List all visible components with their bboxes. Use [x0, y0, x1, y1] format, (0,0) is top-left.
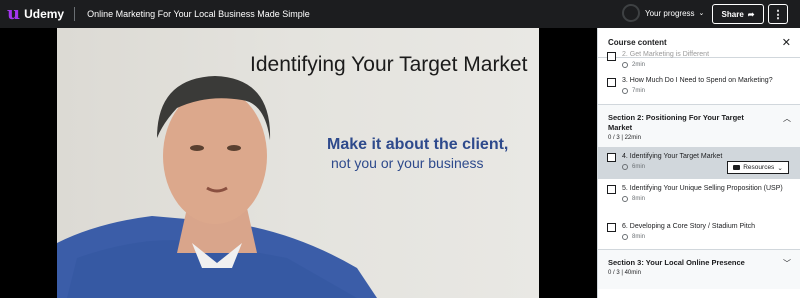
clock-icon: [622, 196, 628, 202]
more-icon: ⋮: [772, 8, 784, 21]
lecture-title: 2. Get Marketing is Different: [622, 51, 710, 58]
header-divider: [74, 7, 76, 21]
lecture-checkbox[interactable]: [607, 78, 616, 87]
slide-line-2: not you or your business: [331, 155, 484, 171]
section-title: Section 3: Your Local Online Presence: [608, 258, 745, 267]
lecture-item-4[interactable]: 4. Identifying Your Target Market 6min R…: [598, 147, 800, 179]
duration-text: 8min: [632, 196, 646, 202]
video-frame[interactable]: Identifying Your Target Market Make it a…: [57, 28, 539, 298]
progress-ring-icon: [622, 4, 640, 22]
lecture-item-3[interactable]: 3. How Much Do I Need to Spend on Market…: [598, 68, 800, 104]
duration-text: 8min: [632, 234, 646, 240]
logo-text: Udemy: [24, 7, 65, 21]
resources-button[interactable]: Resources ⌄: [727, 161, 789, 174]
progress-label: Your progress: [645, 8, 695, 18]
close-icon[interactable]: ✕: [782, 36, 791, 49]
lecture-checkbox[interactable]: [607, 52, 616, 61]
udemy-logo[interactable]: u Udemy: [7, 0, 64, 28]
lecture-title: 5. Identifying Your Unique Selling Propo…: [622, 185, 783, 192]
folder-icon: [733, 165, 741, 170]
clock-icon: [622, 88, 628, 94]
duration-text: 7min: [632, 88, 646, 94]
share-label: Share: [721, 9, 744, 19]
lecture-title: 4. Identifying Your Target Market: [622, 153, 723, 160]
slide-title: Identifying Your Target Market: [250, 53, 528, 76]
top-bar: u Udemy Online Marketing For Your Local …: [0, 0, 800, 28]
section-3-header[interactable]: Section 3: Your Local Online Presence 0 …: [598, 249, 800, 289]
share-arrow-icon: ➦: [747, 9, 755, 19]
duration-text: 6min: [632, 164, 646, 170]
resources-label: Resources: [743, 164, 775, 171]
lecture-title: 6. Developing a Core Story / Stadium Pit…: [622, 223, 756, 230]
chevron-down-icon: ⌄: [698, 10, 705, 17]
chevron-up-icon: ︿: [783, 114, 791, 123]
course-title[interactable]: Online Marketing For Your Local Business…: [87, 9, 310, 19]
chevron-down-icon: ⌄: [777, 164, 783, 172]
section-meta: 0 / 3 | 22min: [608, 135, 641, 141]
course-content-sidebar: Course content ✕ 2. Get Marketing is Dif…: [597, 28, 800, 298]
section-2-header[interactable]: Section 2: Positioning For Your Target M…: [598, 104, 800, 147]
lecture-duration: 8min: [622, 196, 792, 202]
clock-icon: [622, 234, 628, 240]
slide-line-1: Make it about the client,: [327, 136, 509, 153]
lecture-duration: 8min: [622, 234, 792, 240]
section-title: Section 2: Positioning For Your Target M…: [608, 113, 744, 132]
clock-icon: [622, 164, 628, 170]
udemy-logo-icon: u: [7, 3, 21, 24]
progress-dropdown[interactable]: Your progress ⌄: [622, 4, 704, 22]
lecture-item-6[interactable]: 6. Developing a Core Story / Stadium Pit…: [598, 222, 800, 249]
lecture-checkbox[interactable]: [607, 185, 616, 194]
lecture-checkbox[interactable]: [607, 223, 616, 232]
more-options-button[interactable]: ⋮: [768, 4, 788, 24]
lecture-duration: 7min: [622, 88, 792, 94]
lecture-checkbox[interactable]: [607, 153, 616, 162]
lecture-item-2[interactable]: 2. Get Marketing is Different 2min: [598, 50, 800, 68]
section-meta: 0 / 3 | 40min: [608, 270, 641, 276]
sidebar-title: Course content: [608, 38, 667, 47]
video-player[interactable]: Identifying Your Target Market Make it a…: [0, 28, 597, 298]
lecture-item-5[interactable]: 5. Identifying Your Unique Selling Propo…: [598, 179, 800, 222]
lecture-title: 3. How Much Do I Need to Spend on Market…: [622, 77, 773, 84]
chevron-down-icon: ﹀: [783, 259, 791, 268]
share-button[interactable]: Share ➦: [712, 4, 764, 24]
